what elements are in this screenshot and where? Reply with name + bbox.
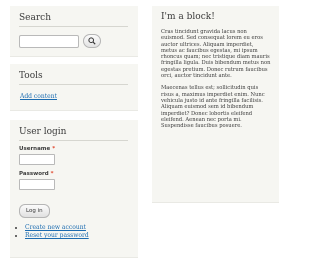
block-paragraph-1: Cras tincidunt gravida lacus non euismod…	[161, 29, 271, 80]
block-paragraph-2: Maecenas tellus est; sollicitudin quis r…	[161, 85, 265, 130]
search-block-title: Search	[19, 13, 128, 27]
content-block: I'm a block! Cras tincidunt gravida lacu…	[152, 6, 279, 203]
tools-block: Tools Add content	[10, 64, 138, 111]
tools-block-title: Tools	[19, 71, 128, 85]
log-in-button[interactable]: Log in	[19, 204, 50, 218]
password-field[interactable]	[19, 179, 55, 190]
user-login-block: User login Username * Password * Log in …	[10, 120, 138, 258]
required-marker: *	[52, 146, 56, 152]
create-account-link[interactable]: Create new account	[25, 224, 86, 231]
user-login-title: User login	[19, 127, 128, 141]
search-form	[19, 34, 128, 48]
username-field[interactable]	[19, 154, 55, 165]
search-icon	[88, 37, 96, 45]
list-item: Reset your password	[25, 232, 128, 240]
add-content-link[interactable]: Add content	[20, 93, 128, 100]
search-block: Search	[10, 6, 138, 57]
username-field-group: Username *	[19, 146, 128, 165]
password-label: Password *	[19, 171, 54, 177]
content-block-title: I'm a block!	[161, 12, 215, 22]
username-label: Username *	[19, 146, 56, 152]
required-marker: *	[50, 171, 54, 177]
reset-password-link[interactable]: Reset your password	[25, 232, 89, 239]
login-links: Create new account Reset your password	[19, 224, 128, 240]
search-input[interactable]	[19, 34, 79, 48]
password-field-group: Password *	[19, 171, 128, 190]
search-button[interactable]	[83, 34, 101, 48]
list-item: Create new account	[25, 224, 128, 232]
